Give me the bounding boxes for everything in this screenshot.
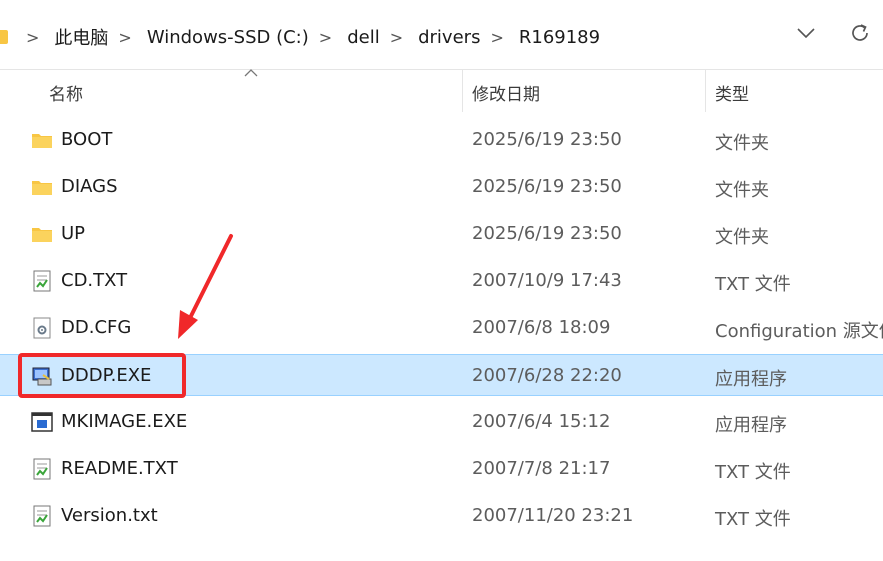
file-name: CD.TXT	[61, 270, 128, 291]
chevron-right-icon[interactable]: >	[490, 28, 503, 47]
file-type: 文件夹	[715, 227, 769, 248]
file-type: 应用程序	[715, 369, 787, 390]
folder-icon	[31, 223, 53, 245]
refresh-button[interactable]	[847, 20, 873, 46]
folder-icon	[31, 176, 53, 198]
chevron-right-icon[interactable]: >	[319, 28, 332, 47]
file-type: 文件夹	[715, 133, 769, 154]
file-date: 2007/6/4 15:12	[472, 411, 611, 432]
chevron-right-icon[interactable]: >	[118, 28, 131, 47]
file-type: TXT 文件	[715, 509, 791, 530]
exe-window-icon	[31, 411, 53, 433]
file-name: DIAGS	[61, 176, 118, 197]
file-row-up[interactable]: UP 2025/6/19 23:50 文件夹	[0, 213, 883, 255]
chevron-right-icon[interactable]: >	[390, 28, 403, 47]
chevron-down-icon	[797, 28, 815, 38]
breadcrumb-item-dell[interactable]: dell	[345, 27, 382, 48]
file-row-boot[interactable]: BOOT 2025/6/19 23:50 文件夹	[0, 119, 883, 161]
file-date: 2007/7/8 21:17	[472, 458, 611, 479]
breadcrumb[interactable]: > 此电脑 > Windows-SSD (C:) > dell > driver…	[0, 6, 778, 56]
column-header-row: 名称 修改日期 类型	[0, 69, 883, 112]
file-date: 2025/6/19 23:50	[472, 129, 622, 150]
file-row-cd-txt[interactable]: CD.TXT 2007/10/9 17:43 TXT 文件	[0, 260, 883, 302]
text-file-icon	[31, 458, 53, 480]
file-type: TXT 文件	[715, 462, 791, 483]
file-date: 2007/6/8 18:09	[472, 317, 611, 338]
text-file-icon	[31, 505, 53, 527]
breadcrumb-item-drivers[interactable]: drivers	[416, 27, 482, 48]
file-name: UP	[61, 223, 86, 244]
file-name: DD.CFG	[61, 317, 132, 338]
file-name: MKIMAGE.EXE	[61, 411, 188, 432]
file-type: TXT 文件	[715, 274, 791, 295]
column-header-date[interactable]: 修改日期	[472, 80, 540, 105]
file-type: Configuration 源文件	[715, 321, 883, 342]
column-divider[interactable]	[462, 70, 463, 112]
file-row-diags[interactable]: DIAGS 2025/6/19 23:50 文件夹	[0, 166, 883, 208]
breadcrumb-path: > 此电脑 > Windows-SSD (C:) > dell > driver…	[0, 24, 602, 50]
file-date: 2025/6/19 23:50	[472, 176, 622, 197]
file-date: 2007/10/9 17:43	[472, 270, 622, 291]
config-file-icon	[31, 317, 53, 339]
file-row-dd-cfg[interactable]: DD.CFG 2007/6/8 18:09 Configuration 源文件	[0, 307, 883, 349]
folder-icon	[0, 30, 8, 44]
text-file-icon	[31, 270, 53, 292]
file-date: 2025/6/19 23:50	[472, 223, 622, 244]
breadcrumb-item-current[interactable]: R169189	[517, 27, 602, 48]
column-header-type[interactable]: 类型	[715, 80, 749, 105]
file-type: 应用程序	[715, 415, 787, 436]
file-type: 文件夹	[715, 180, 769, 201]
column-header-name[interactable]: 名称	[49, 80, 83, 105]
file-name: BOOT	[61, 129, 113, 150]
file-name: README.TXT	[61, 458, 178, 479]
file-date: 2007/11/20 23:21	[472, 505, 634, 526]
file-row-mkimage-exe[interactable]: MKIMAGE.EXE 2007/6/4 15:12 应用程序	[0, 401, 883, 443]
annotation-highlight-box	[18, 353, 186, 398]
history-dropdown-button[interactable]	[795, 22, 817, 44]
chevron-right-icon: >	[26, 27, 40, 47]
folder-icon	[31, 129, 53, 151]
file-date: 2007/6/28 22:20	[472, 365, 622, 386]
column-divider[interactable]	[705, 70, 706, 112]
refresh-icon	[852, 24, 868, 41]
file-row-version-txt[interactable]: Version.txt 2007/11/20 23:21 TXT 文件	[0, 495, 883, 537]
file-name: Version.txt	[61, 505, 158, 526]
file-row-readme-txt[interactable]: README.TXT 2007/7/8 21:17 TXT 文件	[0, 448, 883, 490]
breadcrumb-item-drive[interactable]: Windows-SSD (C:)	[145, 27, 311, 48]
address-bar: > 此电脑 > Windows-SSD (C:) > dell > driver…	[0, 0, 883, 62]
breadcrumb-item-this-pc[interactable]: 此电脑	[52, 24, 110, 50]
sort-ascending-icon	[244, 66, 258, 80]
